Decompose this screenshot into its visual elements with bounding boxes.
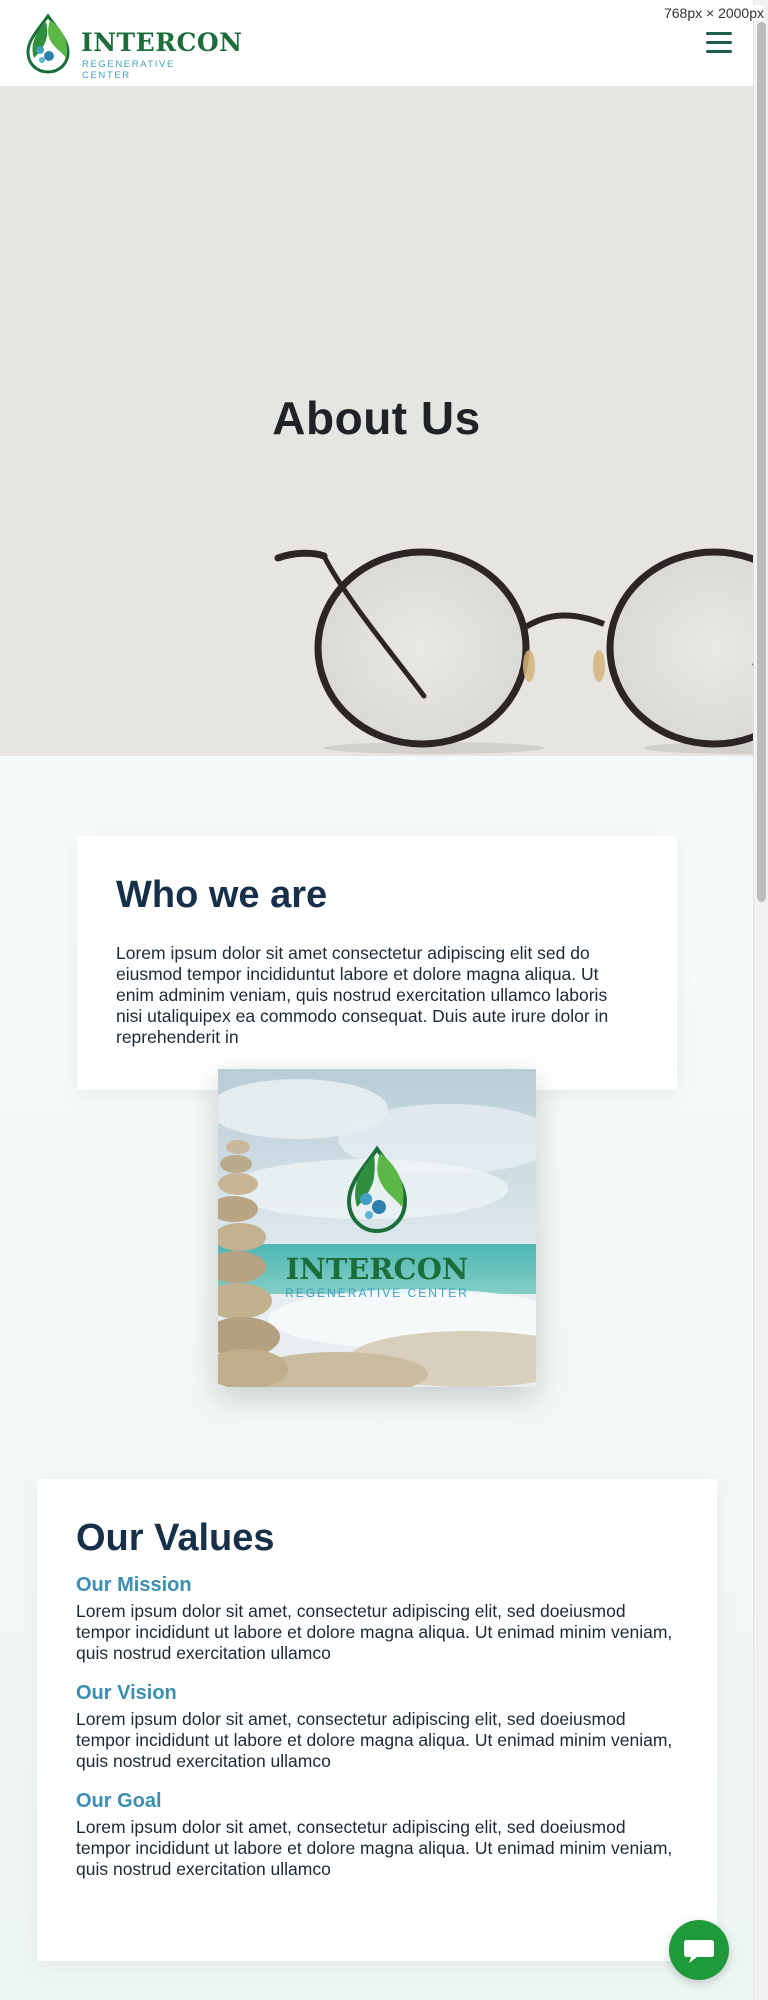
page-title: About Us (272, 392, 481, 444)
eyeglasses-image (274, 548, 753, 754)
page-scrollbar[interactable] (753, 0, 768, 2000)
site-header: INTERCON REGENERATIVE CENTER (0, 0, 753, 86)
image-brand-name: INTERCON (286, 1252, 469, 1286)
chat-button[interactable] (669, 1920, 729, 1980)
value-text: Lorem ipsum dolor sit amet, consectetur … (76, 1601, 673, 1663)
value-item-goal: Our Goal Lorem ipsum dolor sit amet, con… (76, 1790, 678, 1880)
brand-name: INTERCON (81, 28, 243, 57)
value-text: Lorem ipsum dolor sit amet, consectetur … (76, 1817, 673, 1879)
who-we-are-card: Who we are Lorem ipsum dolor sit amet co… (77, 836, 677, 1090)
value-heading: Our Vision (76, 1682, 177, 1704)
image-brand-tagline: REGENERATIVE CENTER (285, 1286, 469, 1300)
page: INTERCON REGENERATIVE CENTER About Us Wh… (0, 0, 753, 2000)
beach-photo: INTERCON REGENERATIVE CENTER (218, 1069, 536, 1387)
value-heading: Our Mission (76, 1574, 192, 1596)
our-values-title: Our Values (76, 1517, 275, 1559)
site-logo[interactable]: INTERCON REGENERATIVE CENTER (20, 12, 242, 81)
our-values-card: Our Values Our Mission Lorem ipsum dolor… (37, 1479, 717, 1961)
chat-bubble-icon (684, 1940, 714, 1963)
value-item-vision: Our Vision Lorem ipsum dolor sit amet, c… (76, 1682, 678, 1772)
scrollbar-thumb[interactable] (757, 22, 766, 902)
value-text: Lorem ipsum dolor sit amet, consectetur … (76, 1709, 673, 1771)
water-drop-leaf-logo-icon (26, 13, 70, 74)
value-item-mission: Our Mission Lorem ipsum dolor sit amet, … (76, 1574, 678, 1664)
value-heading: Our Goal (76, 1790, 162, 1812)
brand-beach-image: INTERCON REGENERATIVE CENTER (218, 1069, 536, 1387)
hero-section: About Us (0, 86, 753, 756)
viewport-size-label: 768px × 2000px (663, 5, 764, 21)
hamburger-menu-icon[interactable] (706, 32, 734, 56)
brand-tagline: REGENERATIVE CENTER (82, 59, 175, 81)
who-we-are-text: Lorem ipsum dolor sit amet consectetur a… (116, 943, 609, 1047)
who-we-are-title: Who we are (116, 874, 328, 916)
